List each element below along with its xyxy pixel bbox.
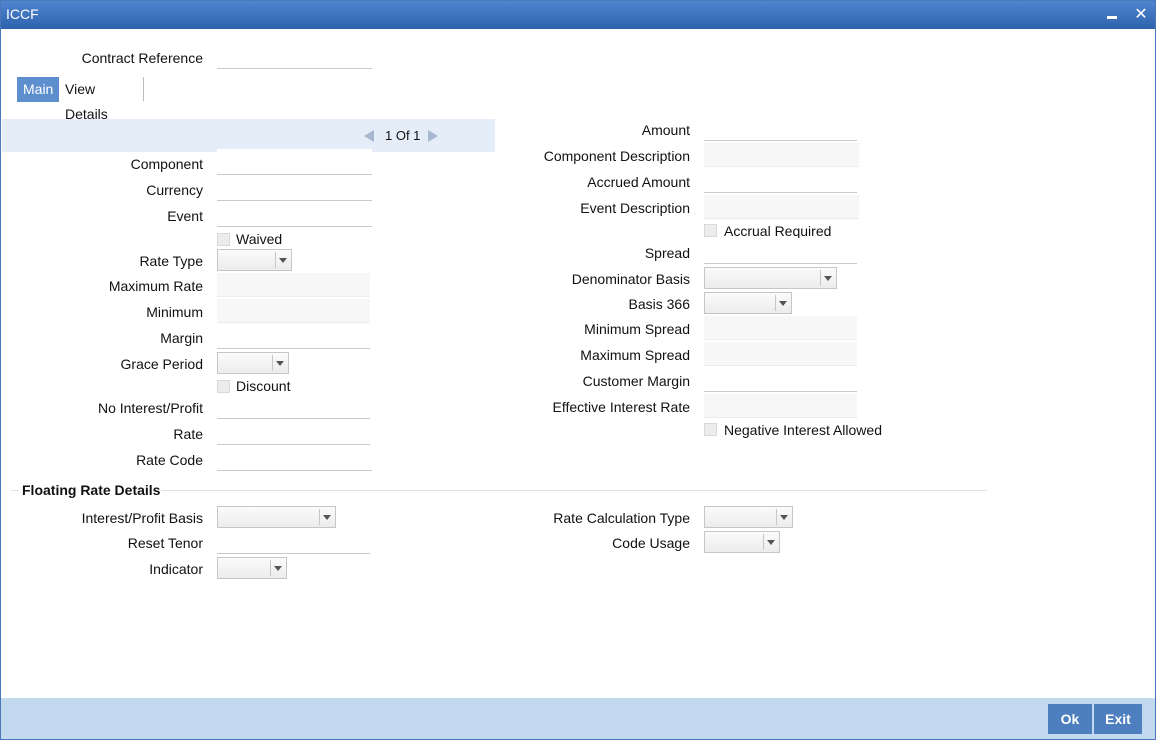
close-icon: ✕ bbox=[1134, 6, 1148, 23]
tab-main[interactable]: Main bbox=[17, 77, 60, 102]
rate-field[interactable] bbox=[217, 419, 370, 445]
denominator-basis-select[interactable] bbox=[704, 267, 837, 289]
chevron-down-icon bbox=[270, 560, 284, 576]
floating-rate-details-title: Floating Rate Details bbox=[22, 482, 161, 498]
rate-calculation-type-select[interactable] bbox=[704, 506, 793, 528]
iccf-window: ICCF ✕ Contract Reference Main View Deta… bbox=[0, 0, 1156, 740]
component-label: Component bbox=[130, 156, 203, 172]
chevron-down-icon bbox=[775, 295, 789, 311]
tab-divider bbox=[143, 77, 144, 101]
record-pager: 1 Of 1 bbox=[2, 119, 495, 152]
event-field[interactable] bbox=[217, 201, 372, 227]
chevron-down-icon bbox=[776, 509, 790, 525]
indicator-select[interactable] bbox=[217, 557, 287, 579]
basis-366-label: Basis 366 bbox=[628, 296, 690, 312]
event-description-field bbox=[704, 195, 859, 219]
pager-text: 1 Of 1 bbox=[385, 128, 421, 143]
reset-tenor-field[interactable] bbox=[217, 528, 370, 554]
accrual-required-checkbox[interactable] bbox=[704, 224, 717, 237]
maximum-rate-label: Maximum Rate bbox=[108, 278, 203, 294]
indicator-label: Indicator bbox=[149, 561, 203, 577]
chevron-down-icon bbox=[319, 509, 333, 525]
accrued-amount-label: Accrued Amount bbox=[587, 174, 690, 190]
spread-field[interactable] bbox=[704, 238, 857, 264]
close-button[interactable]: ✕ bbox=[1130, 4, 1152, 26]
minimize-icon bbox=[1107, 16, 1117, 19]
waived-checkbox[interactable] bbox=[217, 233, 230, 246]
rate-type-label: Rate Type bbox=[139, 253, 203, 269]
amount-label: Amount bbox=[641, 122, 690, 138]
chevron-down-icon bbox=[275, 252, 289, 268]
interest-profit-basis-select[interactable] bbox=[217, 506, 336, 528]
previous-record-icon[interactable] bbox=[364, 130, 374, 142]
waived-label: Waived bbox=[236, 231, 283, 247]
margin-label: Margin bbox=[160, 330, 203, 346]
event-description-label: Event Description bbox=[580, 200, 690, 216]
maximum-spread-label: Maximum Spread bbox=[580, 347, 690, 363]
minimum-field bbox=[217, 299, 370, 323]
footer-bar: Ok Exit bbox=[1, 698, 1155, 739]
interest-profit-basis-label: Interest/Profit Basis bbox=[81, 510, 203, 526]
customer-margin-field[interactable] bbox=[704, 366, 857, 392]
rate-code-field[interactable] bbox=[217, 445, 372, 471]
minimum-spread-field bbox=[704, 316, 857, 340]
section-divider bbox=[161, 490, 987, 491]
contract-reference-field[interactable] bbox=[217, 43, 372, 69]
negative-interest-allowed-checkbox[interactable] bbox=[704, 423, 717, 436]
currency-label: Currency bbox=[146, 182, 203, 198]
discount-label: Discount bbox=[236, 378, 291, 394]
spread-label: Spread bbox=[644, 245, 690, 261]
component-description-label: Component Description bbox=[543, 148, 690, 164]
no-interest-profit-field[interactable] bbox=[217, 393, 370, 419]
window-title: ICCF bbox=[6, 6, 39, 22]
minimum-spread-label: Minimum Spread bbox=[584, 321, 690, 337]
rate-label: Rate bbox=[173, 426, 203, 442]
event-label: Event bbox=[167, 208, 203, 224]
no-interest-profit-label: No Interest/Profit bbox=[97, 400, 203, 416]
title-bar: ICCF ✕ bbox=[1, 1, 1155, 29]
grace-period-select[interactable] bbox=[217, 352, 289, 374]
chevron-down-icon bbox=[272, 355, 286, 371]
component-field[interactable] bbox=[217, 149, 372, 175]
code-usage-select[interactable] bbox=[704, 531, 780, 553]
margin-field[interactable] bbox=[217, 323, 370, 349]
accrued-amount-field[interactable] bbox=[704, 167, 857, 193]
customer-margin-label: Customer Margin bbox=[582, 373, 690, 389]
amount-field[interactable] bbox=[704, 115, 857, 141]
effective-interest-rate-field bbox=[704, 394, 857, 418]
contract-reference-label: Contract Reference bbox=[81, 50, 203, 66]
effective-interest-rate-label: Effective Interest Rate bbox=[552, 399, 690, 415]
reset-tenor-label: Reset Tenor bbox=[127, 535, 203, 551]
negative-interest-allowed-label: Negative Interest Allowed bbox=[724, 422, 882, 438]
component-description-field bbox=[704, 143, 859, 167]
rate-calculation-type-label: Rate Calculation Type bbox=[553, 510, 690, 526]
next-record-icon[interactable] bbox=[428, 130, 438, 142]
maximum-rate-field bbox=[217, 273, 370, 297]
maximum-spread-field bbox=[704, 342, 857, 366]
section-divider bbox=[11, 490, 19, 491]
chevron-down-icon bbox=[820, 270, 834, 286]
grace-period-label: Grace Period bbox=[120, 356, 203, 372]
discount-checkbox[interactable] bbox=[217, 380, 230, 393]
rate-type-select[interactable] bbox=[217, 249, 292, 271]
minimum-label: Minimum bbox=[146, 304, 203, 320]
tab-view-details[interactable]: View Details bbox=[59, 77, 114, 122]
minimize-button[interactable] bbox=[1101, 4, 1123, 26]
ok-button[interactable]: Ok bbox=[1048, 704, 1092, 734]
exit-button[interactable]: Exit bbox=[1094, 704, 1142, 734]
denominator-basis-label: Denominator Basis bbox=[571, 271, 690, 287]
accrual-required-label: Accrual Required bbox=[724, 223, 832, 239]
chevron-down-icon bbox=[763, 534, 777, 550]
rate-code-label: Rate Code bbox=[136, 452, 203, 468]
code-usage-label: Code Usage bbox=[612, 535, 690, 551]
currency-field[interactable] bbox=[217, 175, 372, 201]
basis-366-select[interactable] bbox=[704, 292, 792, 314]
